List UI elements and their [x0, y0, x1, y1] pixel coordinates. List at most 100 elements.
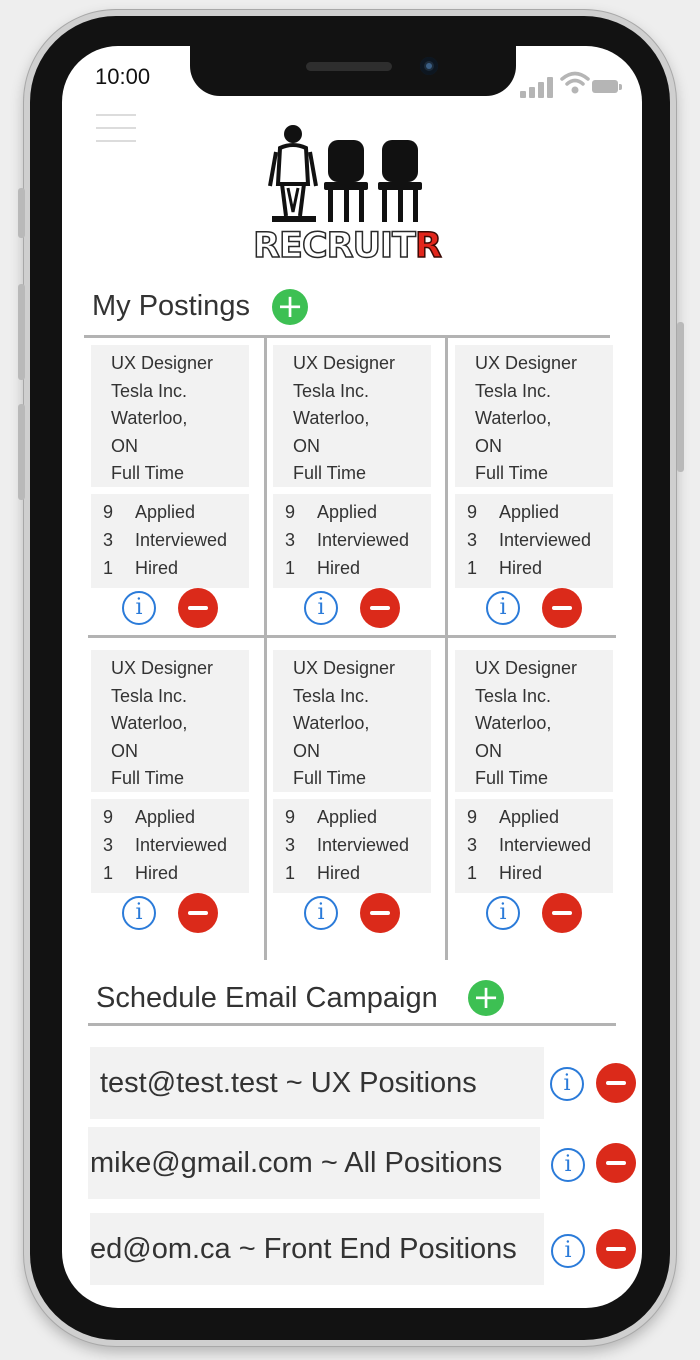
posting-city: Waterloo, — [475, 713, 552, 733]
stat-label: Applied — [135, 807, 196, 827]
grid-divider-vertical — [445, 338, 448, 960]
plus-icon: + — [472, 978, 500, 1016]
remove-posting-button[interactable] — [178, 588, 218, 628]
posting-type: Full Time — [293, 768, 367, 788]
wifi-icon — [560, 71, 590, 94]
posting-title: UX Designer — [111, 353, 214, 373]
add-posting-button[interactable]: + — [272, 289, 308, 325]
stat-label: Hired — [135, 558, 179, 578]
stat-count: 3 — [467, 530, 478, 550]
battery-icon — [592, 80, 622, 93]
info-icon[interactable]: i — [486, 591, 520, 625]
info-icon[interactable]: i — [551, 1148, 585, 1182]
stat-count: 3 — [467, 835, 478, 855]
posting-title: UX Designer — [293, 353, 396, 373]
recruitr-logo: RECRUITR — [242, 122, 452, 272]
posting-city: Waterloo, — [293, 408, 370, 428]
logo-wordmark-accent: R — [414, 225, 442, 267]
posting-type: Full Time — [475, 463, 549, 483]
campaign-row[interactable]: test@test.test ~ UX Positions — [90, 1047, 544, 1119]
stat-count: 1 — [285, 558, 296, 578]
stat-label: Hired — [135, 863, 179, 883]
posting-title: UX Designer — [111, 658, 214, 678]
plus-icon: + — [276, 287, 304, 325]
stat-count: 1 — [103, 863, 114, 883]
posting-type: Full Time — [293, 463, 367, 483]
remove-posting-button[interactable] — [542, 893, 582, 933]
posting-details: UX Designer Tesla Inc. Waterloo, ON Full Tim… — [455, 345, 613, 487]
remove-campaign-button[interactable] — [596, 1229, 636, 1269]
stat-count: 9 — [467, 807, 478, 827]
stat-label: Interviewed — [317, 835, 410, 855]
stat-label: Applied — [317, 502, 378, 522]
posting-stats: 9 Applied 3 Interviewed 1 Hired — [273, 799, 431, 893]
stat-label: Interviewed — [135, 835, 228, 855]
stat-label: Hired — [499, 558, 543, 578]
stat-label: Hired — [499, 863, 543, 883]
signal-icon — [520, 76, 558, 98]
posting-stats: 9 Applied 3 Interviewed 1 Hired — [91, 494, 249, 588]
posting-province: ON — [111, 435, 138, 456]
posting-province: ON — [111, 740, 138, 761]
posting-type: Full Time — [111, 768, 185, 788]
remove-posting-button[interactable] — [542, 588, 582, 628]
posting-type: Full Time — [111, 463, 185, 483]
posting-province: ON — [293, 740, 320, 761]
stat-count: 1 — [467, 558, 478, 578]
logo-wordmark-main: RECRUIT — [252, 225, 416, 267]
campaign-row[interactable]: ed@om.ca ~ Front End Positions — [90, 1213, 544, 1285]
grid-divider-horizontal — [88, 635, 616, 638]
postings-title: My Postings — [92, 290, 250, 322]
stat-count: 1 — [103, 558, 114, 578]
stat-label: Applied — [135, 502, 196, 522]
posting-company: Tesla Inc. — [111, 380, 188, 401]
stat-count: 3 — [103, 835, 114, 855]
remove-posting-button[interactable] — [178, 893, 218, 933]
posting-company: Tesla Inc. — [475, 380, 552, 401]
info-icon[interactable]: i — [550, 1067, 584, 1101]
posting-details: UX Designer Tesla Inc. Waterloo, ON Full Tim… — [91, 345, 249, 487]
campaign-row[interactable]: mike@gmail.com ~ All Positions — [88, 1127, 540, 1199]
remove-campaign-button[interactable] — [596, 1143, 636, 1183]
posting-city: Waterloo, — [475, 408, 552, 428]
remove-posting-button[interactable] — [360, 893, 400, 933]
posting-city: Waterloo, — [111, 408, 188, 428]
stat-label: Applied — [499, 502, 560, 522]
grid-divider-vertical — [264, 338, 267, 960]
hamburger-icon[interactable] — [96, 114, 136, 144]
phone-side-button — [18, 188, 25, 238]
posting-details: UX Designer Tesla Inc. Waterloo, ON Full Tim… — [273, 650, 431, 792]
posting-stats: 9 Applied 3 Interviewed 1 Hired — [455, 799, 613, 893]
posting-company: Tesla Inc. — [111, 685, 188, 706]
campaigns-divider — [88, 1023, 616, 1026]
stat-label: Interviewed — [317, 530, 410, 550]
info-icon[interactable]: i — [551, 1234, 585, 1268]
posting-stats: 9 Applied 3 Interviewed 1 Hired — [91, 799, 249, 893]
stat-count: 3 — [103, 530, 114, 550]
remove-posting-button[interactable] — [360, 588, 400, 628]
stat-label: Interviewed — [135, 530, 228, 550]
campaigns-title: Schedule Email Campaign — [96, 982, 438, 1014]
info-icon[interactable]: i — [304, 591, 338, 625]
status-time: 10:00 — [95, 64, 151, 89]
stat-label: Hired — [317, 558, 361, 578]
posting-stats: 9 Applied 3 Interviewed 1 Hired — [455, 494, 613, 588]
posting-details: UX Designer Tesla Inc. Waterloo, ON Full Tim… — [455, 650, 613, 792]
info-icon[interactable]: i — [122, 896, 156, 930]
posting-details: UX Designer Tesla Inc. Waterloo, ON Full Tim… — [273, 345, 431, 487]
add-campaign-button[interactable]: + — [468, 980, 504, 1016]
posting-province: ON — [475, 740, 502, 761]
logo-wordmark: RECRUITR — [242, 225, 452, 267]
info-icon[interactable]: i — [122, 591, 156, 625]
phone-volume-down — [18, 404, 25, 500]
stat-label: Interviewed — [499, 835, 592, 855]
front-camera — [420, 57, 438, 75]
stat-label: Applied — [317, 807, 378, 827]
info-icon[interactable]: i — [486, 896, 520, 930]
posting-stats: 9 Applied 3 Interviewed 1 Hired — [273, 494, 431, 588]
campaign-label: ed@om.ca ~ Front End Positions — [90, 1233, 517, 1265]
phone-power-button — [677, 322, 684, 472]
campaign-label: test@test.test ~ UX Positions — [100, 1067, 477, 1099]
remove-campaign-button[interactable] — [596, 1063, 636, 1103]
info-icon[interactable]: i — [304, 896, 338, 930]
